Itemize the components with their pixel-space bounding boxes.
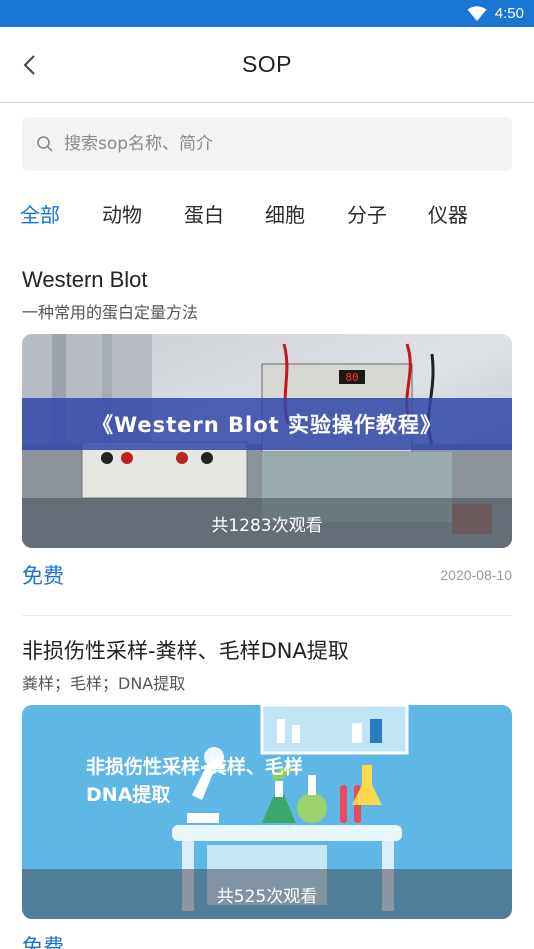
sop-title: 非损伤性采样-粪样、毛样DNA提取 (22, 639, 349, 663)
sop-thumbnail[interactable]: 非损伤性采样-粪样、毛样 DNA提取 共525次观看 (22, 705, 512, 919)
chevron-left-icon (23, 55, 35, 75)
publish-date: 2020-08-10 (440, 567, 512, 583)
headline-line: 非损伤性采样-粪样、毛样 (86, 756, 303, 778)
app-bar: SOP (0, 27, 534, 103)
card-footer: 免费 (22, 931, 512, 949)
category-tabs: 全部 动物 蛋白 细胞 分子 仪器 (0, 196, 534, 236)
device-display-readout: 80 (345, 371, 358, 384)
tab-protein[interactable]: 蛋白 (184, 196, 224, 234)
video-title-banner: 《Western Blot 实验操作教程》 (22, 398, 512, 450)
price-label: 免费 (22, 935, 64, 949)
tab-all[interactable]: 全部 (20, 196, 60, 234)
headline-line: DNA提取 (86, 784, 171, 806)
status-time: 4:50 (494, 5, 524, 22)
sop-description: 粪样；毛样；DNA提取 (22, 674, 186, 693)
status-bar: 4:50 (0, 0, 534, 27)
tab-molecule[interactable]: 分子 (347, 196, 387, 234)
tab-instrument[interactable]: 仪器 (428, 196, 468, 234)
video-title-headline: 非损伤性采样-粪样、毛样 DNA提取 (86, 753, 303, 809)
sop-title: Western Blot (22, 267, 148, 292)
divider (22, 615, 512, 616)
sop-thumbnail[interactable]: 80 《Western Blot 实验操作教程》 共1283次观看 (22, 334, 512, 548)
tab-animal[interactable]: 动物 (102, 196, 142, 234)
view-count: 共1283次观看 (22, 498, 512, 548)
search-input[interactable] (64, 134, 484, 154)
wifi-icon (467, 5, 487, 21)
price-label: 免费 (22, 564, 64, 588)
back-button[interactable] (14, 49, 46, 81)
sop-description: 一种常用的蛋白定量方法 (22, 303, 199, 322)
search-icon (37, 136, 53, 152)
search-bar[interactable] (22, 117, 512, 171)
card-footer: 免费 2020-08-10 (22, 560, 512, 590)
sop-card[interactable]: 非损伤性采样-粪样、毛样DNA提取 粪样；毛样；DNA提取 非损伤性采样-粪样、… (22, 637, 512, 949)
sop-card[interactable]: Western Blot 一种常用的蛋白定量方法 80 《Western Blo… (22, 266, 512, 590)
view-count: 共525次观看 (22, 869, 512, 919)
tab-cell[interactable]: 细胞 (265, 196, 305, 234)
page-title: SOP (241, 51, 293, 77)
